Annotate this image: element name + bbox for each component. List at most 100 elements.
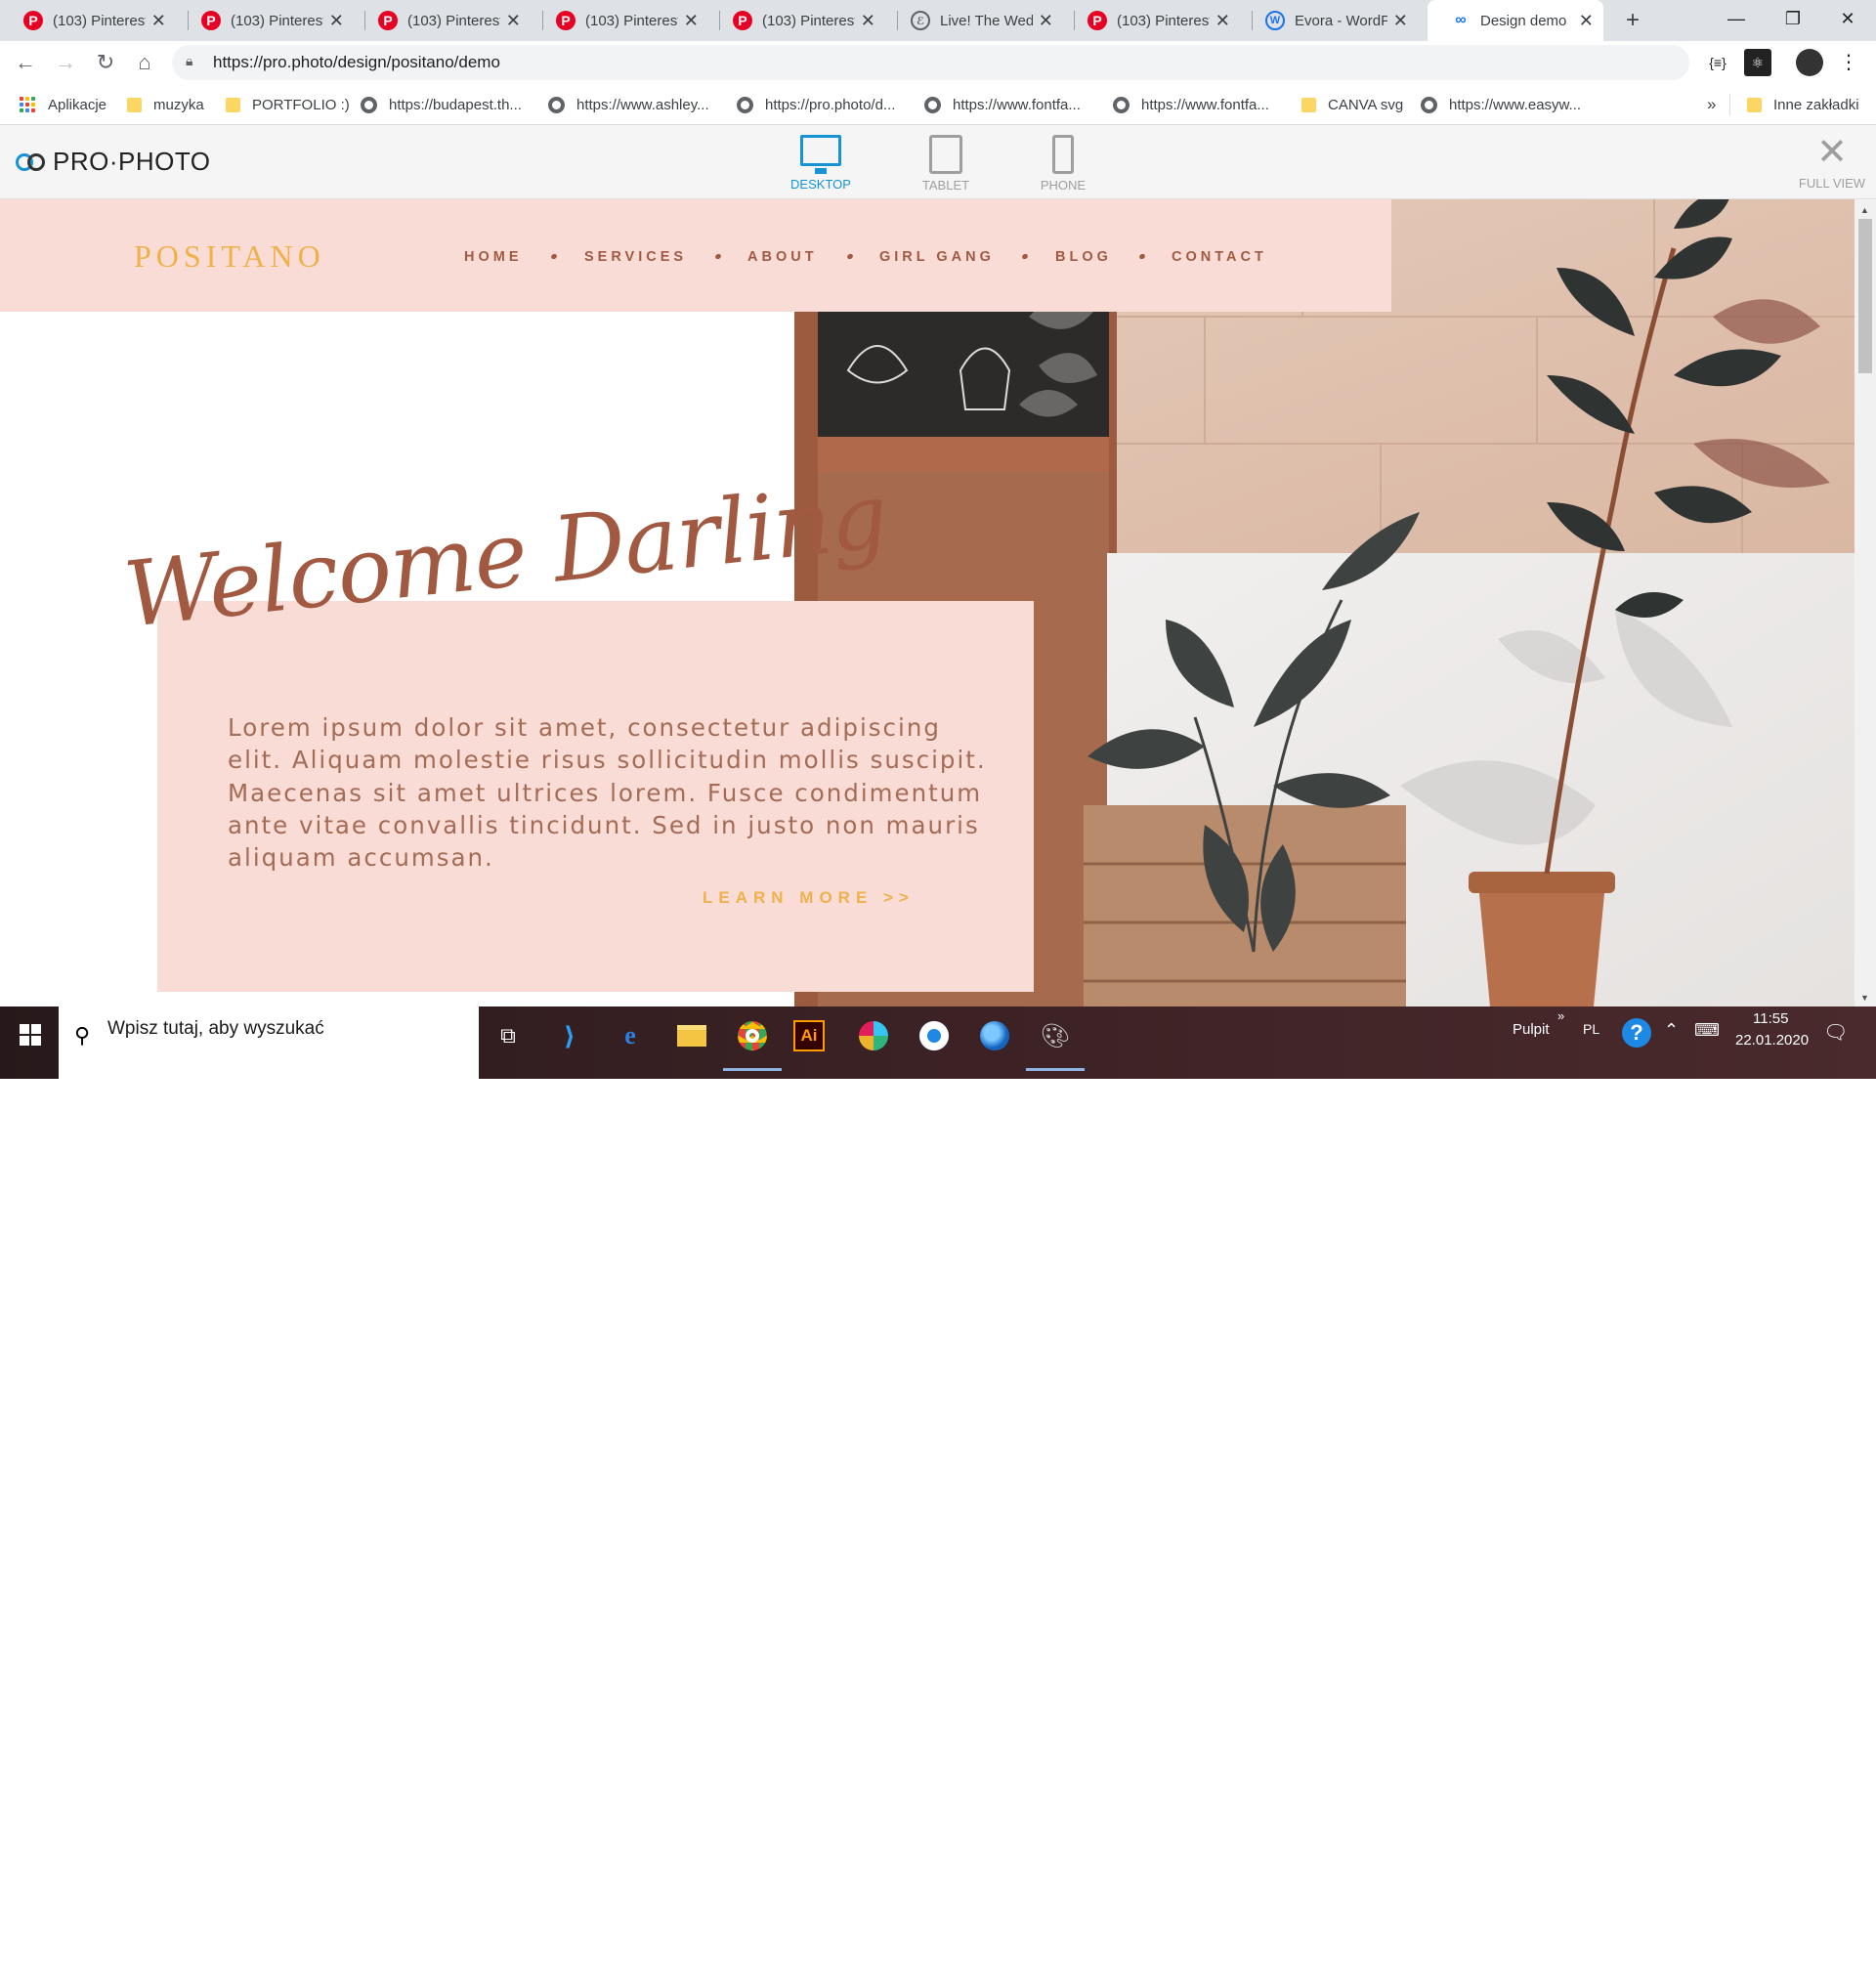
forward-icon[interactable]: → [50,47,81,78]
bookmarks-overflow-button[interactable]: » [1707,94,1716,115]
bookmark-folder[interactable]: muzyka [127,94,204,115]
script-e-icon: ℰ [911,11,930,30]
close-icon[interactable]: ✕ [1039,11,1053,31]
nav-services[interactable]: SERVICES [584,249,687,265]
reload-icon[interactable]: ↻ [90,47,121,78]
chevron-double-right-icon: » [1707,95,1717,113]
close-icon[interactable]: ✕ [861,11,875,31]
prophoto-link-icon: ∞ [1455,12,1467,28]
close-icon[interactable]: ✕ [1215,11,1230,31]
scrollbar-thumb[interactable] [1858,219,1872,373]
device-phone-button[interactable]: PHONE [1019,135,1107,193]
extension-icon[interactable]: {≡} [1704,49,1731,76]
chevron-double-right-icon[interactable]: » [1557,1008,1564,1023]
close-icon[interactable]: ✕ [506,11,521,31]
close-icon[interactable]: ✕ [329,11,344,31]
slack-icon[interactable] [854,1016,893,1055]
device-desktop-button[interactable]: DESKTOP [777,135,865,192]
bookmark-link[interactable]: https://www.fontfa... [924,94,1081,115]
close-icon: ✕ [1816,132,1848,173]
paint-icon[interactable]: 🎨︎ [1026,1016,1085,1071]
illustrator-icon[interactable]: Ai [793,1020,825,1051]
full-view-button[interactable]: ✕ FULL VIEW [1796,132,1868,191]
tab-title: (103) Pinterest [762,12,855,29]
vscode-icon[interactable]: ⟩ [550,1016,589,1055]
bookmarks-bar: Aplikacje muzyka PORTFOLIO :) https://bu… [0,84,1876,125]
menu-icon[interactable]: ⋮ [1837,49,1860,76]
browser-tab[interactable]: P (103) Pinterest ✕ [533,0,708,41]
desktop-toolbar-label[interactable]: Pulpit [1513,1021,1550,1038]
back-icon[interactable]: ← [10,47,41,78]
notifications-icon[interactable]: 🗨︎ [1823,1020,1848,1045]
browser-tab-active[interactable]: ∞ Design demo ✕ [1428,0,1603,41]
bookmark-label: muzyka [153,96,204,113]
close-icon[interactable]: ✕ [684,11,699,31]
clock-date[interactable]: 22.01.2020 [1735,1032,1809,1049]
prophoto-logo[interactable]: PRO·PHOTO [16,147,210,177]
bookmark-label: Aplikacje [48,96,107,113]
device-tablet-button[interactable]: TABLET [902,135,990,193]
language-indicator[interactable]: PL [1583,1021,1599,1037]
globe-icon [548,96,565,113]
nav-girl-gang[interactable]: GIRL GANG [879,249,995,265]
site-preview: POSITANO HOME SERVICES ABOUT GIRL GANG B… [0,199,1855,1006]
keyboard-icon[interactable]: ⌨ [1694,1020,1720,1041]
scroll-down-icon[interactable]: ▼ [1860,993,1869,1003]
lock-icon: 🔒︎ [186,53,193,68]
bookmark-folder[interactable]: PORTFOLIO :) [226,94,350,115]
windows-taskbar: ⚲ Wpisz tutaj, aby wyszukać ⧉ ⟩ e Ai 🎨︎ … [0,1006,1876,1079]
task-view-icon[interactable]: ⧉ [489,1016,528,1055]
nav-home[interactable]: HOME [464,249,523,265]
file-explorer-icon[interactable] [672,1016,711,1055]
browser-tab[interactable]: P (103) Pinterest ✕ [1064,0,1240,41]
site-scrollbar[interactable]: ▲ ▼ [1855,199,1876,1006]
restore-icon[interactable]: ❐ [1765,0,1821,37]
folder-icon [1747,97,1762,112]
browser-chrome: P (103) Pinterest ✕ P (103) Pinterest ✕ … [0,0,1876,125]
close-icon[interactable]: ✕ [1579,11,1594,31]
browser-tab[interactable]: W Evora - WordPr ✕ [1242,0,1418,41]
avatar[interactable] [1796,49,1823,76]
firefox-icon[interactable] [975,1016,1014,1055]
nav-blog[interactable]: BLOG [1055,249,1112,265]
edge-icon[interactable]: e [611,1016,650,1055]
bookmark-link[interactable]: https://www.easyw... [1421,94,1581,115]
browser-tab[interactable]: P (103) Pinterest ✕ [0,0,176,41]
close-icon[interactable]: ✕ [1393,11,1408,31]
search-placeholder: Wpisz tutaj, aby wyszukać [107,1018,324,1039]
search-icon: ⚲ [74,1023,91,1048]
react-devtools-icon[interactable]: ⚛ [1744,49,1771,76]
browser-tab[interactable]: ℰ Live! The Wedd ✕ [887,0,1063,41]
bookmark-link[interactable]: https://www.ashley... [548,94,709,115]
learn-more-link[interactable]: LEARN MORE >> [703,888,915,908]
nav-contact[interactable]: CONTACT [1172,249,1267,265]
bookmark-folder[interactable]: CANVA svg [1301,94,1403,115]
bookmark-link[interactable]: https://www.fontfa... [1113,94,1269,115]
scroll-up-icon[interactable]: ▲ [1860,205,1869,215]
url-text: https://pro.photo/design/positano/demo [213,53,500,71]
other-bookmarks[interactable]: Inne zakładki [1747,94,1859,115]
chevron-up-icon[interactable]: ⌃ [1664,1020,1679,1041]
taskbar-search[interactable]: ⚲ Wpisz tutaj, aby wyszukać [59,1006,479,1079]
help-icon[interactable]: ? [1622,1018,1651,1048]
bookmark-link[interactable]: https://pro.photo/d... [737,94,895,115]
bookmark-label: CANVA svg [1328,96,1404,113]
globe-icon [361,96,377,113]
minimize-icon[interactable]: — [1708,0,1765,37]
bookmark-apps[interactable]: Aplikacje [20,94,107,115]
window-close-icon[interactable]: ✕ [1819,0,1876,37]
browser-tab[interactable]: P (103) Pinterest ✕ [355,0,531,41]
nav-about[interactable]: ABOUT [747,249,818,265]
site-logo[interactable]: POSITANO [134,238,325,275]
browser-tab[interactable]: P (103) Pinterest ✕ [709,0,885,41]
chrome-icon[interactable] [723,1016,782,1071]
browser-tab[interactable]: P (103) Pinterest ✕ [178,0,354,41]
bookmark-link[interactable]: https://budapest.th... [361,94,522,115]
app-disc-icon[interactable] [915,1016,954,1055]
new-tab-button[interactable]: + [1618,6,1647,35]
address-bar[interactable]: 🔒︎ https://pro.photo/design/positano/dem… [172,45,1689,80]
clock-time[interactable]: 11:55 [1753,1010,1788,1027]
close-icon[interactable]: ✕ [151,11,166,31]
home-icon[interactable]: ⌂ [129,47,160,78]
start-button[interactable] [0,1006,59,1079]
